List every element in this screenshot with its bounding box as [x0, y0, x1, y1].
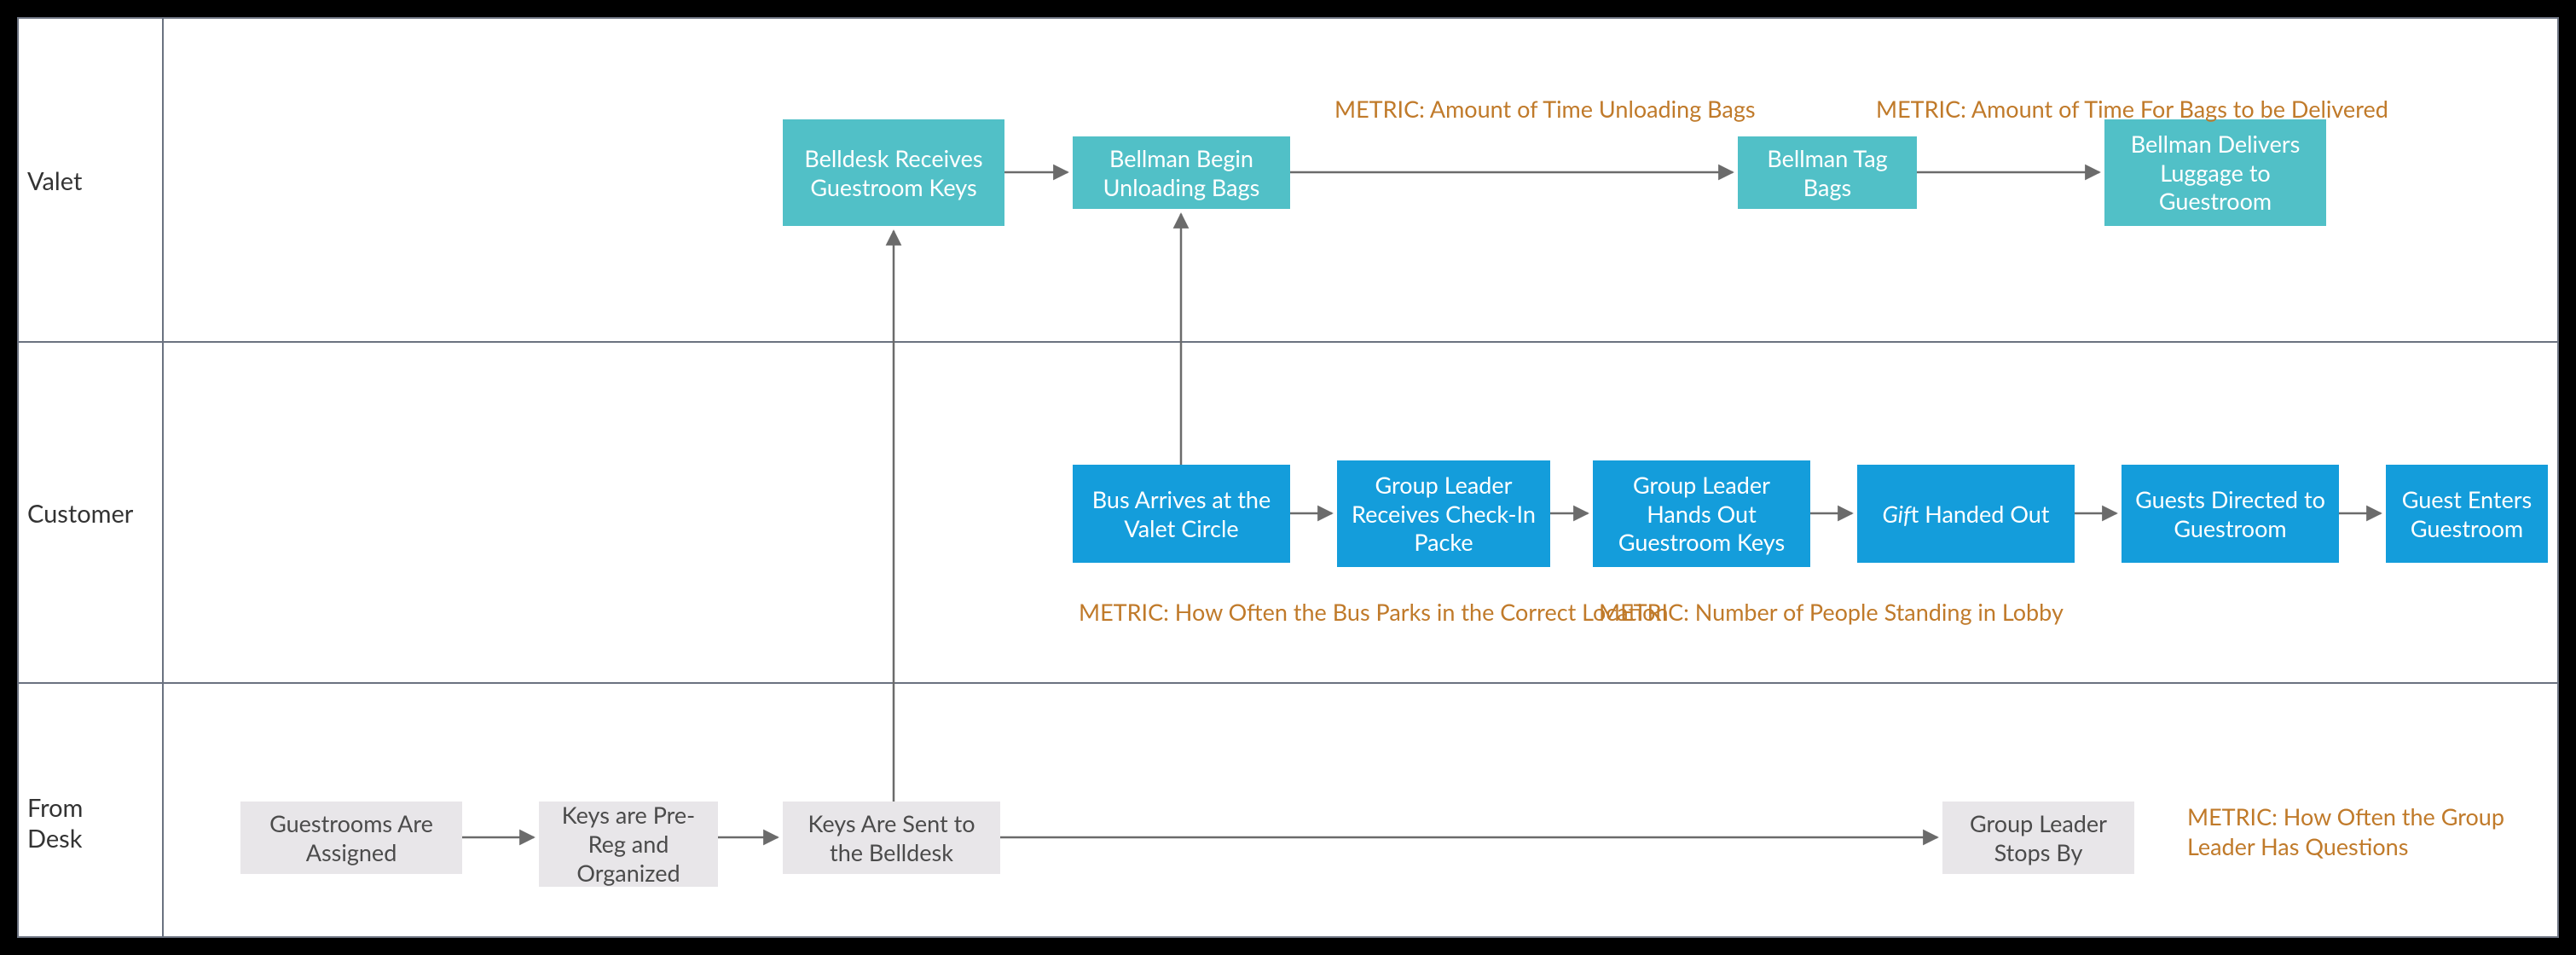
node-guests-directed: Guests Directed to Guestroom — [2122, 465, 2339, 563]
node-gift: Gift Handed Out — [1857, 465, 2075, 563]
node-guest-enters: Guest Enters Guestroom — [2386, 465, 2548, 563]
node-bus-arrives: Bus Arrives at the Valet Circle — [1073, 465, 1290, 563]
metric-people-lobby: METRIC: Number of People Standing in Lob… — [1599, 597, 2064, 627]
swimlane-diagram: Valet Customer From Desk Belldesk Receiv… — [17, 17, 2559, 938]
node-leader-stops: Group Leader Stops By — [1942, 802, 2134, 874]
node-keys-sent: Keys Are Sent to the Belldesk — [783, 802, 1000, 874]
metric-bus-parks: METRIC: How Often the Bus Parks in the C… — [1079, 597, 1669, 627]
metric-time-delivered: METRIC: Amount of Time For Bags to be De… — [1876, 94, 2388, 124]
node-bellman-tag: Bellman Tag Bags — [1738, 136, 1917, 209]
node-bellman-begin: Bellman Begin Unloading Bags — [1073, 136, 1290, 209]
node-keys-prereg: Keys are Pre-Reg and Organized — [539, 802, 718, 887]
node-leader-receives: Group Leader Receives Check-In Packe — [1337, 460, 1550, 567]
lane-label-valet: Valet — [27, 166, 82, 197]
node-guestrooms-assigned: Guestrooms Are Assigned — [240, 802, 462, 874]
metric-leader-questions: METRIC: How Often the Group Leader Has Q… — [2187, 802, 2559, 861]
node-belldesk-receives: Belldesk Receives Guestroom Keys — [783, 119, 1004, 226]
lane-label-fromdesk: From Desk — [27, 793, 83, 855]
lane-label-customer: Customer — [27, 499, 133, 530]
node-bellman-delivers: Bellman Delivers Luggage to Guestroom — [2104, 119, 2326, 226]
node-leader-hands: Group Leader Hands Out Guestroom Keys — [1593, 460, 1810, 567]
metric-time-unloading: METRIC: Amount of Time Unloading Bags — [1334, 94, 1756, 124]
